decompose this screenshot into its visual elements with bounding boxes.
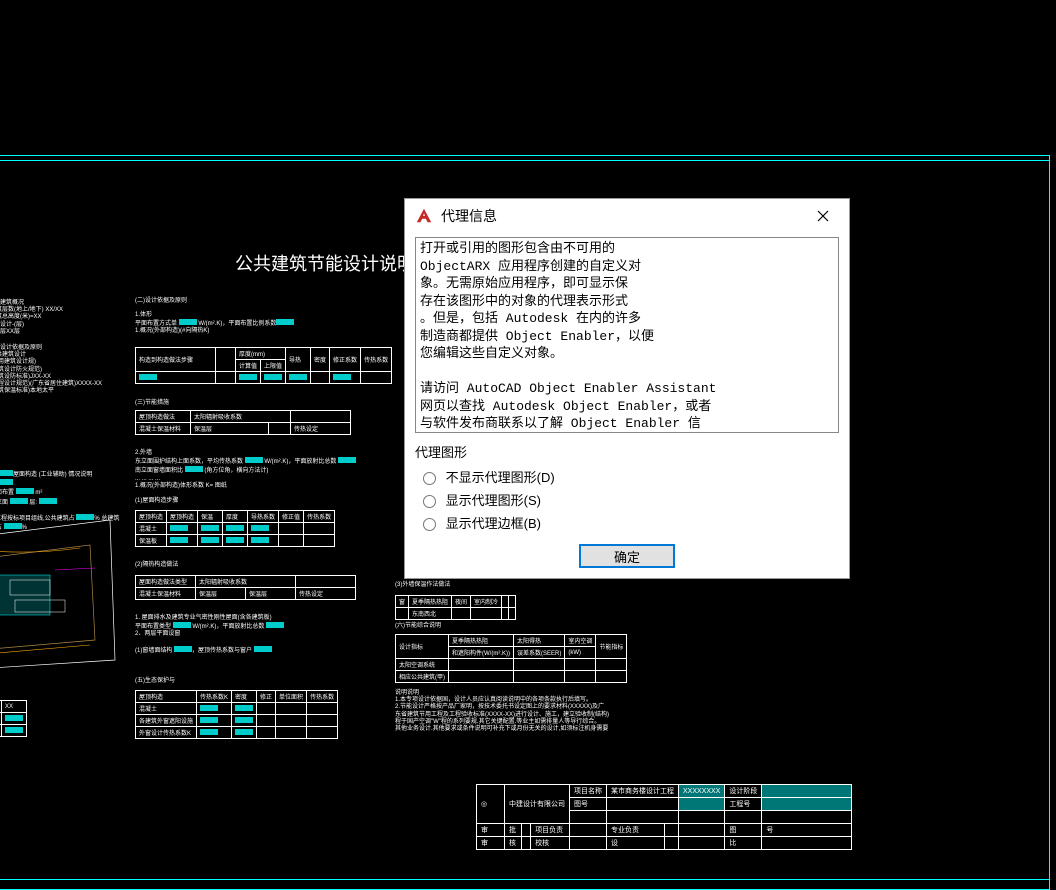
dialog-titlebar[interactable]: 代理信息 bbox=[405, 199, 849, 233]
proxy-info-dialog: 代理信息 代理图形 不显示代理图形(D) 显示代理图形(S) bbox=[404, 198, 850, 579]
misc-text-1: 1. 屋面排水及建筑专业气密性刚性屋面(含各建筑板) 平面布置类型 W/(m².… bbox=[135, 615, 395, 655]
radio-show-proxy[interactable]: 显示代理图形(S) bbox=[415, 488, 839, 511]
section-5: (五)生态保护与 bbox=[135, 678, 175, 685]
section-4b: (2)隔热构造做法 bbox=[135, 562, 178, 569]
autocad-icon bbox=[415, 207, 433, 225]
radio-hide-proxy-input[interactable] bbox=[423, 472, 436, 485]
radio-show-bbox[interactable]: 显示代理边框(B) bbox=[415, 511, 839, 534]
section-3: (三)节能措施 bbox=[135, 400, 169, 407]
section-6: (六)节能综合说明 bbox=[395, 623, 441, 630]
table-1: 构造到构造做法步骤厚度(mm)导热密度修正系数传热系数 计算值上限值 bbox=[135, 347, 392, 384]
section-2-header: (二)设计依据及原则 bbox=[135, 298, 385, 305]
proxy-info-text[interactable] bbox=[415, 237, 839, 433]
subsection-1: 1.体形 平面布置方式单 W/(m².K)，平面布置比例系数 1.概况(外部构造… bbox=[135, 312, 294, 336]
close-button[interactable] bbox=[801, 201, 845, 231]
proxy-graphics-group: 代理图形 不显示代理图形(D) 显示代理图形(S) 显示代理边框(B) bbox=[415, 442, 839, 534]
notes: 说明说明 1.本专项设计依据国，设计人员应认真阅读说明中的各项条款执行后填写。 … bbox=[395, 690, 725, 733]
ok-button[interactable]: 确定 bbox=[579, 544, 675, 568]
right-text-1: (3)外墙保温作法做法 bbox=[395, 582, 450, 589]
section-left: (一)建筑概况 建筑层数(地上/地下) XX/XX建筑总高度(米)=XXXX-设… bbox=[0, 300, 120, 336]
table-2: 屋顶构造做法太阳辐射吸收系数 混凝土保温材料保温层传热设定 bbox=[135, 410, 351, 435]
close-icon bbox=[817, 210, 829, 222]
section-left-2: (二)设计依据及原则 公共建筑设计(民用建筑设计规)(建筑设计防火规范)(建筑设… bbox=[0, 345, 120, 395]
dialog-body: 代理图形 不显示代理图形(D) 显示代理图形(S) 显示代理边框(B) 确定 bbox=[405, 233, 849, 578]
radio-show-proxy-input[interactable] bbox=[423, 495, 436, 508]
subsection-2: 2.外墙 东立面围护结构上面系数，平均传热系数 W/(m².K)，平面放射比总数… bbox=[135, 450, 395, 490]
table-4: 屋面构造做法类型太阳辐射吸收系数 混凝土保温材料保温层保温层传热设定 bbox=[135, 575, 356, 600]
radio-hide-proxy[interactable]: 不显示代理图形(D) bbox=[415, 465, 839, 488]
table-3: 屋顶构造屋顶构造保温厚度导热系数修正值传热系数 混凝土 保温板 bbox=[135, 510, 335, 547]
left-text-3: 1.屋面构造 (工业辅助) 情况说明 2. 平面布置 m² 东立面 层: 1.工… bbox=[0, 470, 120, 532]
table-7: 设计指标夏季隔热热阻太阳得热室内空调节能指标 和遮阳构件(W/(m².K))误差… bbox=[395, 634, 627, 683]
section-4-text: (1)屋面构造步骤 bbox=[135, 498, 178, 505]
title-block: ◎ 中建设计有限公司 项目名称 某市商务楼设计工程 XXXXXXXX 设计阶段 … bbox=[476, 784, 852, 850]
dialog-title: 代理信息 bbox=[441, 206, 801, 226]
group-legend: 代理图形 bbox=[415, 442, 839, 461]
table-left-small: 传热系数XX bbox=[0, 700, 27, 737]
table-5: 屋顶构造传热系数K密度修正单位面积传热系数 混凝土 各建筑外窗遮阳设施 外窗设计… bbox=[135, 690, 338, 739]
radio-show-bbox-input[interactable] bbox=[423, 518, 436, 531]
table-6: 窗夏季隔热热阻夜间室内制冷 东南西北 bbox=[395, 595, 516, 620]
